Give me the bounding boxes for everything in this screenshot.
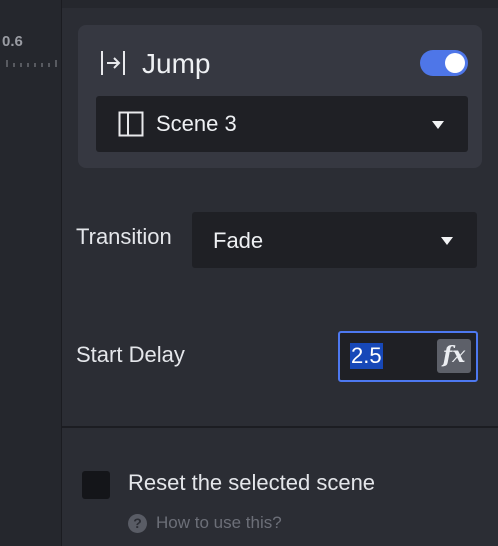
- chevron-down-icon: [441, 237, 453, 245]
- jump-icon: [101, 51, 125, 75]
- panel-top-strip: [62, 0, 498, 8]
- ruler-label: 0.6: [2, 33, 23, 50]
- timeline-panel: 0.6: [0, 0, 62, 546]
- help-icon: ?: [128, 514, 147, 533]
- scene-select[interactable]: Scene 3: [96, 96, 468, 152]
- action-enabled-toggle[interactable]: [420, 50, 468, 76]
- toggle-knob: [445, 53, 465, 73]
- fx-button[interactable]: fx: [437, 339, 471, 373]
- chevron-down-icon: [432, 121, 444, 129]
- section-divider: [62, 426, 498, 428]
- help-link[interactable]: How to use this?: [156, 513, 282, 533]
- start-delay-input[interactable]: 2.5 fx: [338, 331, 478, 382]
- reset-scene-checkbox[interactable]: [82, 471, 110, 499]
- start-delay-value[interactable]: 2.5: [350, 343, 383, 369]
- start-delay-label: Start Delay: [76, 342, 185, 367]
- transition-label: Transition: [76, 224, 172, 249]
- ruler-ticks: [6, 60, 57, 67]
- transition-select-value: Fade: [213, 228, 264, 253]
- scene-select-value: Scene 3: [156, 111, 237, 136]
- reset-scene-label[interactable]: Reset the selected scene: [128, 470, 375, 496]
- scene-icon: [118, 111, 144, 137]
- action-title: Jump: [142, 48, 211, 79]
- transition-select[interactable]: Fade: [192, 212, 477, 268]
